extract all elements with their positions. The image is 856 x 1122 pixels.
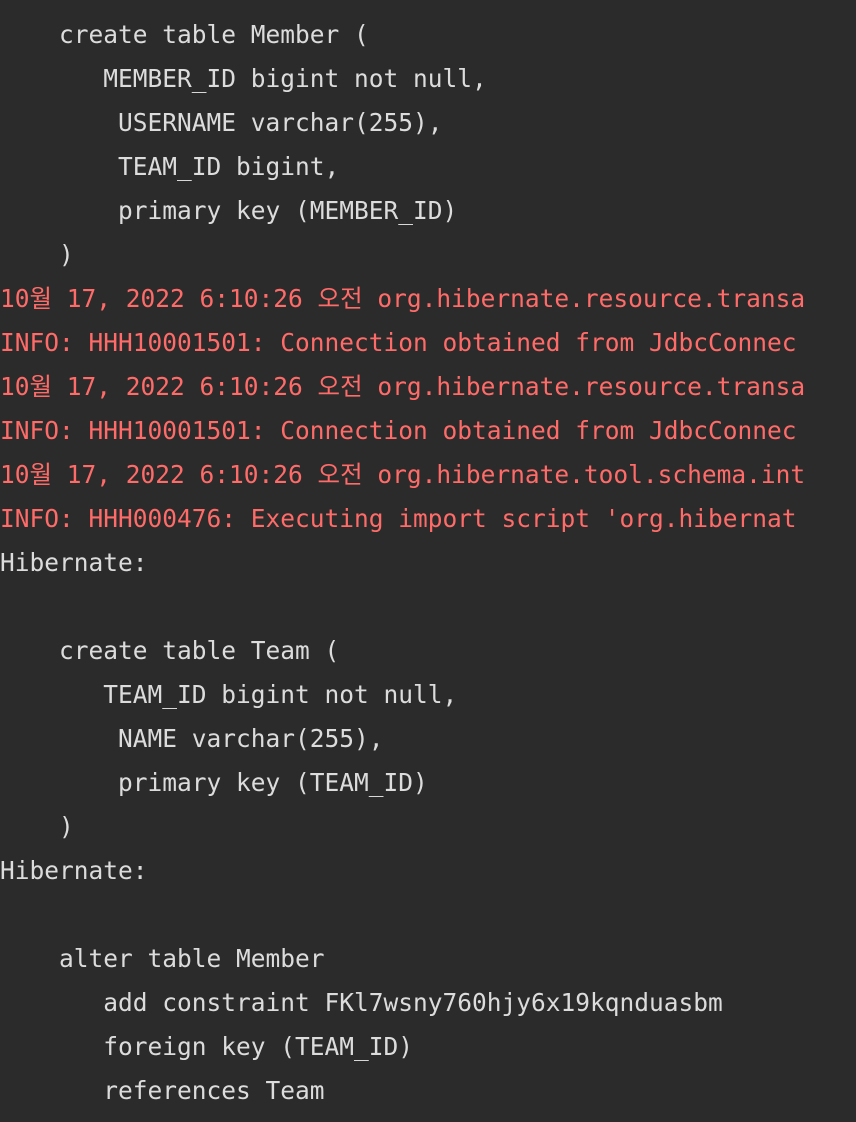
console-log-line: 10월 17, 2022 6:10:26 오전 org.hibernate.re… (0, 284, 806, 313)
console-log-line: 10월 17, 2022 6:10:26 오전 org.hibernate.re… (0, 372, 806, 401)
console-line: ) (0, 240, 74, 269)
console-line: Hibernate: (0, 856, 148, 885)
console-line: ) (0, 812, 74, 841)
console-line: create table Team ( (0, 636, 340, 665)
console-line: references Team (0, 1076, 325, 1105)
console-log-line: INFO: HHH10001501: Connection obtained f… (0, 328, 797, 357)
console-log-line: INFO: HHH10001501: Connection obtained f… (0, 416, 797, 445)
console-line: create table Member ( (0, 20, 369, 49)
console-line: alter table Member (0, 944, 325, 973)
console-line: add constraint FKl7wsny760hjy6x19kqnduas… (0, 988, 723, 1017)
console-line: TEAM_ID bigint not null, (0, 680, 458, 709)
console-log-line: 10월 17, 2022 6:10:26 오전 org.hibernate.to… (0, 460, 806, 489)
console-line: MEMBER_ID bigint not null, (0, 64, 487, 93)
console-line: USERNAME varchar(255), (0, 108, 443, 137)
console-line: NAME varchar(255), (0, 724, 384, 753)
console-line: TEAM_ID bigint, (0, 152, 340, 181)
console-output-panel[interactable]: create table Member ( MEMBER_ID bigint n… (0, 0, 856, 1122)
console-line: primary key (MEMBER_ID) (0, 196, 458, 225)
console-log-line: INFO: HHH000476: Executing import script… (0, 504, 797, 533)
console-line: primary key (TEAM_ID) (0, 768, 428, 797)
console-line: foreign key (TEAM_ID) (0, 1032, 414, 1061)
console-line: Hibernate: (0, 548, 148, 577)
